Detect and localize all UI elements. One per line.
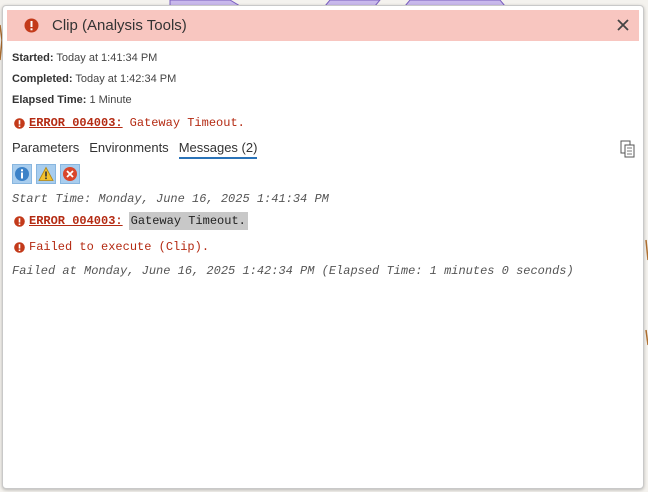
elapsed-label: Elapsed Time:: [12, 94, 87, 106]
error-header: Clip (Analysis Tools): [7, 10, 639, 41]
info-filter-button[interactable]: [12, 164, 32, 184]
copy-button[interactable]: [620, 140, 636, 158]
error-filter-icon: [63, 167, 77, 181]
warning-icon: [38, 166, 54, 181]
elapsed-value: 1 Minute: [89, 94, 132, 106]
copy-icon: [620, 140, 635, 158]
close-icon: [617, 19, 629, 31]
error-icon: [14, 241, 25, 253]
error-filter-button[interactable]: [60, 164, 80, 184]
completed-value: Today at 1:42:34 PM: [75, 73, 177, 85]
error-code-link[interactable]: ERROR 004003:: [29, 116, 123, 130]
error-icon: [24, 18, 39, 33]
close-button[interactable]: [611, 13, 635, 37]
message-failed-at: Failed at Monday, June 16, 2025 1:42:34 …: [12, 264, 574, 278]
completed-label: Completed:: [12, 73, 73, 85]
error-icon: [14, 117, 25, 129]
started-label: Started:: [12, 52, 54, 64]
started-value: Today at 1:41:34 PM: [56, 52, 158, 64]
message-error-line: ERROR 004003: Gateway Timeout.: [14, 212, 248, 230]
started-row: Started: Today at 1:41:34 PM: [12, 52, 157, 64]
window-title: Clip (Analysis Tools): [52, 17, 187, 34]
error-message-selected[interactable]: Gateway Timeout.: [128, 212, 248, 230]
error-icon: [14, 215, 25, 227]
failed-execute-message: Failed to execute (Clip).: [29, 240, 210, 254]
details-tabs: Parameters Environments Messages (2): [12, 140, 267, 159]
tool-details-panel: Clip (Analysis Tools) Started: Today at …: [2, 5, 644, 489]
elapsed-row: Elapsed Time: 1 Minute: [12, 94, 132, 106]
tab-environments[interactable]: Environments: [89, 140, 168, 159]
error-message: Gateway Timeout.: [129, 116, 245, 130]
message-filters: [12, 164, 80, 184]
message-start-time: Start Time: Monday, June 16, 2025 1:41:3…: [12, 192, 329, 206]
error-code-link[interactable]: ERROR 004003:: [29, 214, 123, 228]
message-failed-line: Failed to execute (Clip).: [14, 240, 209, 254]
summary-error-line: ERROR 004003: Gateway Timeout.: [14, 116, 245, 130]
info-icon: [15, 167, 29, 181]
completed-row: Completed: Today at 1:42:34 PM: [12, 73, 176, 85]
tab-parameters[interactable]: Parameters: [12, 140, 79, 159]
tab-messages[interactable]: Messages (2): [178, 140, 258, 159]
warning-filter-button[interactable]: [36, 164, 56, 184]
